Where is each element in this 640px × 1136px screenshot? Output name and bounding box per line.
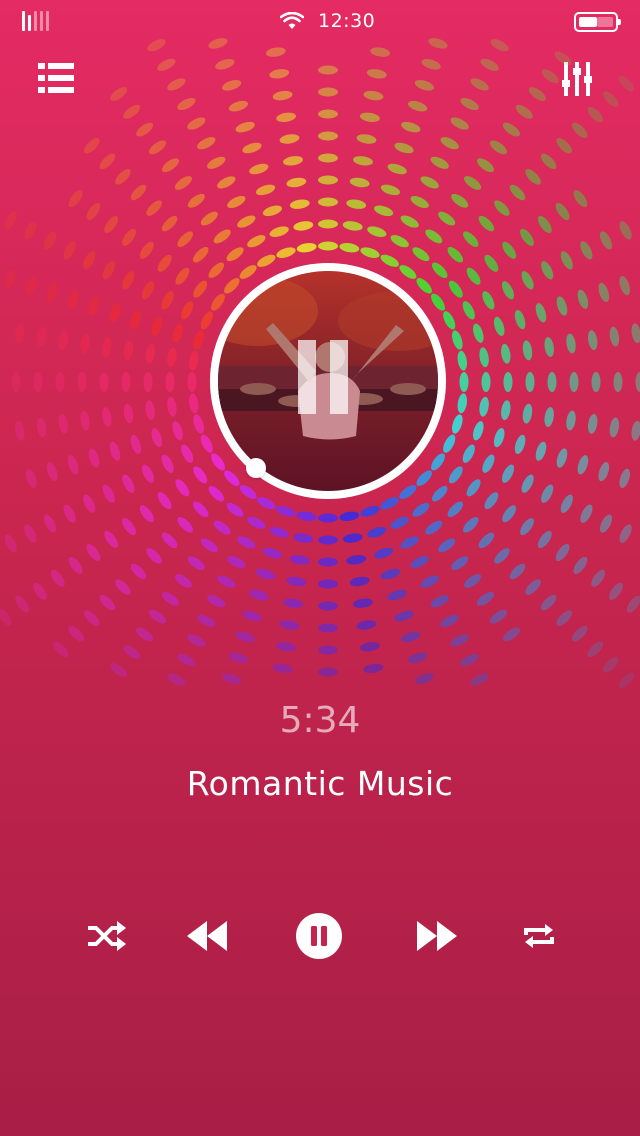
play-pause-button[interactable] — [296, 913, 342, 959]
repeat-button[interactable] — [516, 910, 562, 962]
shuffle-icon — [88, 921, 126, 951]
shuffle-button[interactable] — [84, 910, 130, 962]
track-title: Romantic Music — [186, 764, 454, 803]
progress-knob[interactable] — [246, 458, 266, 478]
repeat-icon — [524, 924, 554, 948]
rewind-icon — [187, 921, 227, 951]
previous-button[interactable] — [184, 910, 230, 962]
track-duration: 5:34 — [279, 700, 361, 741]
pause-icon — [311, 926, 327, 946]
fast-forward-icon — [417, 921, 457, 951]
next-button[interactable] — [414, 910, 460, 962]
playback-controls — [0, 910, 640, 962]
album-pause-overlay[interactable] — [290, 340, 356, 414]
